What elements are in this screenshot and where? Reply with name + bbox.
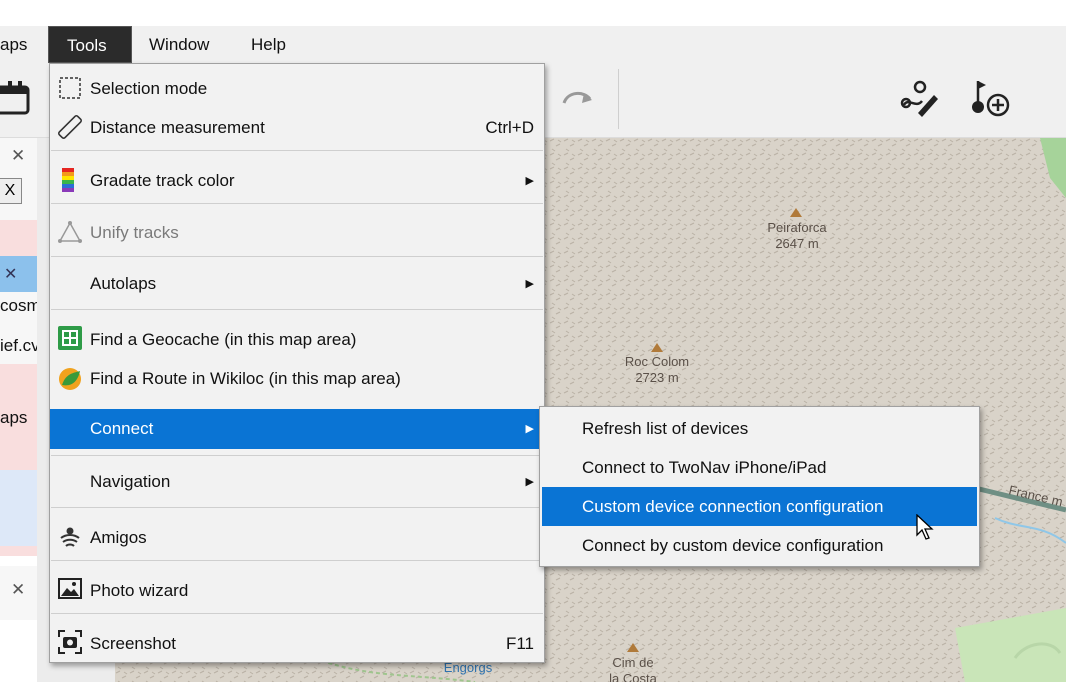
list-item[interactable] [0, 470, 37, 546]
menu-item-amigos[interactable]: Amigos [50, 522, 544, 554]
submenu-arrow-icon: ▶ [525, 175, 534, 187]
map-label-cim-de-la-costa: Cim de la Costa [609, 655, 657, 682]
redo-icon[interactable] [560, 85, 596, 111]
submenu-item-refresh-devices[interactable]: Refresh list of devices [542, 409, 977, 448]
calendar-icon[interactable] [0, 81, 32, 117]
menu-separator [51, 613, 543, 614]
mouse-cursor-icon [916, 514, 934, 540]
list-item-label[interactable]: ief.cv [0, 336, 37, 356]
menu-item-autolaps[interactable]: Autolaps ▶ [50, 268, 544, 300]
clear-button[interactable]: X [0, 178, 22, 204]
connect-submenu: Refresh list of devices Connect to TwoNa… [539, 406, 980, 567]
selection-icon [59, 77, 81, 99]
list-item[interactable]: aps [0, 364, 37, 470]
triangle-icon [58, 221, 82, 243]
color-gradient-icon [62, 168, 74, 192]
menu-item-distance-measurement[interactable]: Distance measurement Ctrl+D [50, 113, 544, 143]
list-item[interactable] [0, 546, 37, 556]
peak-marker [651, 343, 663, 352]
menu-item-find-route-wikiloc[interactable]: Find a Route in Wikiloc (in this map are… [50, 363, 544, 395]
menu-separator [51, 256, 543, 257]
menu-separator [51, 507, 543, 508]
wikiloc-icon [59, 368, 81, 390]
geocache-icon [58, 326, 82, 350]
list-item-label: aps [0, 408, 28, 427]
menu-tools[interactable]: Tools [48, 26, 132, 63]
menu-separator [51, 203, 543, 204]
peak-marker [790, 208, 802, 217]
menu-item-navigation[interactable]: Navigation ▶ [50, 466, 544, 498]
menu-item-find-geocache[interactable]: Find a Geocache (in this map area) [50, 324, 544, 356]
ruler-icon [58, 115, 82, 139]
menu-maps[interactable]: aps [0, 26, 40, 63]
menu-item-unify-tracks: Unify tracks [50, 218, 544, 248]
list-item[interactable] [0, 220, 37, 256]
close-icon[interactable]: ✕ [11, 580, 25, 600]
screenshot-icon [58, 630, 82, 654]
submenu-item-custom-device-config[interactable]: Custom device connection configuration [542, 487, 977, 526]
side-panel: ✕ X ✕ cosm ief.cv aps [0, 138, 38, 556]
close-icon[interactable]: ✕ [4, 264, 17, 284]
menu-separator [51, 455, 543, 456]
peak-marker [627, 643, 639, 652]
menu-help[interactable]: Help [251, 26, 311, 63]
menu-item-photo-wizard[interactable]: Photo wizard [50, 575, 544, 607]
menu-item-selection-mode[interactable]: Selection mode [50, 74, 544, 104]
menu-separator [51, 150, 543, 151]
toolbar-divider [618, 69, 619, 129]
submenu-item-connect-twonav-iphone[interactable]: Connect to TwoNav iPhone/iPad [542, 448, 977, 487]
amigos-icon [60, 527, 80, 547]
submenu-arrow-icon: ▶ [525, 476, 534, 488]
menu-bar: aps Tools Window Help [0, 26, 1066, 63]
map-label-peiraforca: Peiraforca 2647 m [767, 220, 827, 251]
close-icon[interactable]: ✕ [11, 146, 25, 166]
list-item-label[interactable]: cosm [0, 296, 37, 316]
menu-separator [51, 560, 543, 561]
menu-item-gradate-track-color[interactable]: Gradate track color ▶ [50, 164, 544, 198]
list-item-selected[interactable]: ✕ [0, 256, 37, 292]
map-label-roc-colom: Roc Colom 2723 m [624, 354, 690, 385]
submenu-arrow-icon: ▶ [525, 278, 534, 290]
menu-item-connect[interactable]: Connect ▶ [50, 409, 544, 449]
menu-item-screenshot[interactable]: Screenshot F11 [50, 628, 544, 660]
menu-window[interactable]: Window [149, 26, 229, 63]
photo-icon [58, 578, 82, 599]
route-edit-icon[interactable] [898, 79, 940, 119]
add-waypoint-icon[interactable] [970, 79, 1012, 119]
submenu-item-connect-custom-device[interactable]: Connect by custom device configuration [542, 526, 977, 565]
menu-separator [51, 309, 543, 310]
tools-menu: Selection mode Distance measurement Ctrl… [49, 63, 545, 663]
submenu-arrow-icon: ▶ [525, 423, 534, 435]
side-panel-lower: ✕ [0, 566, 38, 620]
